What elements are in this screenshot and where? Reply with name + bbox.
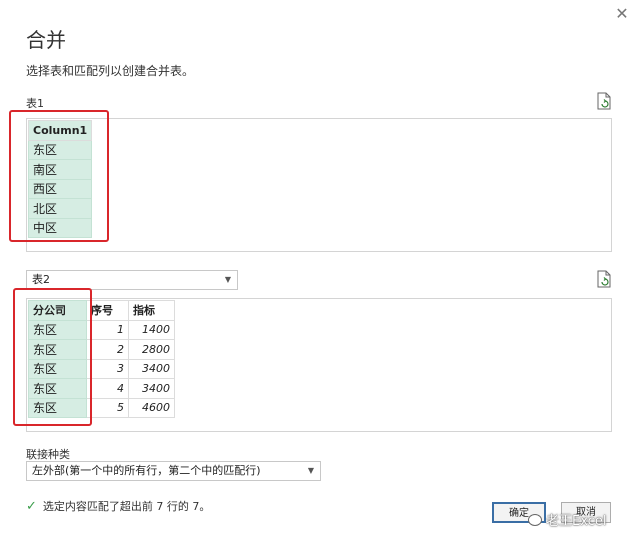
dialog-title: 合并 bbox=[26, 28, 66, 52]
chevron-down-icon: ▼ bbox=[307, 466, 314, 475]
annotation-box bbox=[13, 288, 92, 426]
dialog-subtitle: 选择表和匹配列以创建合并表。 bbox=[26, 64, 195, 78]
table2-cell[interactable]: 1400 bbox=[128, 319, 175, 340]
table2-cell[interactable]: 2 bbox=[86, 339, 129, 360]
table2-select-value: 表2 bbox=[32, 273, 50, 286]
table2-cell[interactable]: 5 bbox=[86, 397, 129, 418]
table2-cell[interactable]: 1 bbox=[86, 319, 129, 340]
join-kind-value: 左外部(第一个中的所有行，第二个中的匹配行) bbox=[32, 464, 261, 477]
match-status: ✓ 选定内容匹配了超出前 7 行的 7。 bbox=[26, 498, 210, 514]
refresh-icon[interactable] bbox=[596, 92, 612, 110]
join-kind-label: 联接种类 bbox=[26, 448, 70, 461]
table2-column-header[interactable]: 指标 bbox=[128, 300, 175, 321]
table1-label: 表1 bbox=[26, 97, 44, 110]
table2-select[interactable]: 表2 ▼ bbox=[26, 270, 238, 290]
match-status-text: 选定内容匹配了超出前 7 行的 7。 bbox=[42, 500, 211, 513]
table1-preview-panel bbox=[26, 118, 612, 252]
chevron-down-icon: ▼ bbox=[224, 275, 231, 284]
wechat-icon bbox=[528, 514, 542, 526]
table2-cell[interactable]: 4600 bbox=[128, 397, 175, 418]
watermark: 老王Excel bbox=[528, 510, 606, 529]
join-kind-select[interactable]: 左外部(第一个中的所有行，第二个中的匹配行) ▼ bbox=[26, 461, 321, 481]
table2-cell[interactable]: 3400 bbox=[128, 358, 175, 379]
check-icon: ✓ bbox=[26, 499, 37, 514]
table2-cell[interactable]: 3400 bbox=[128, 378, 175, 399]
refresh-icon[interactable] bbox=[596, 270, 612, 288]
watermark-text: 老王Excel bbox=[546, 514, 607, 529]
table2-cell[interactable]: 3 bbox=[86, 358, 129, 379]
table2-column-header[interactable]: 序号 bbox=[86, 300, 129, 321]
table2-cell[interactable]: 4 bbox=[86, 378, 129, 399]
close-icon[interactable]: ✕ bbox=[612, 4, 632, 24]
table2-cell[interactable]: 2800 bbox=[128, 339, 175, 360]
annotation-box bbox=[9, 110, 109, 242]
